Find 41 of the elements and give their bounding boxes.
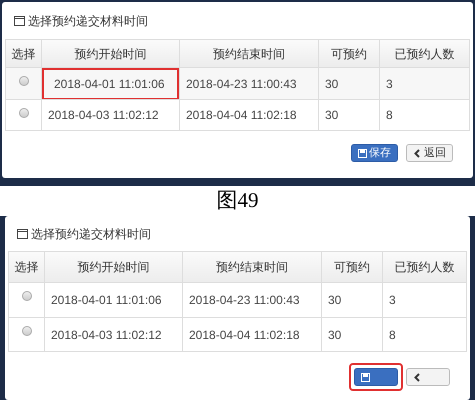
radio-button[interactable]	[22, 326, 32, 336]
table-cell-text: 3	[386, 76, 393, 92]
dialog-title: 选择预约递交材料时间	[28, 12, 148, 30]
table-cell-text: 8	[386, 107, 393, 124]
back-button[interactable]	[406, 368, 450, 386]
chevron-left-icon	[413, 372, 422, 382]
radio-button[interactable]	[22, 291, 32, 301]
table-cell-text: 2018-04-01 11:01:06	[51, 292, 162, 309]
radio-button[interactable]	[18, 108, 28, 118]
column-header: 已预约人数	[379, 40, 469, 67]
column-header: 预约结束时间	[179, 40, 318, 67]
table-cell-text: 30	[325, 76, 338, 92]
column-header: 可预约	[321, 252, 382, 282]
table-cell-text: 2018-04-23 11:00:43	[189, 292, 300, 309]
table-cell-text: 2018-04-23 11:00:43	[186, 76, 297, 92]
table-cell-text: 2018-04-04 11:02:18	[186, 107, 297, 124]
table-cell: 2018-04-01 11:01:06	[44, 70, 177, 98]
back-button[interactable]: 返回	[406, 144, 453, 162]
table-cell-text: 2018-04-04 11:02:18	[189, 326, 300, 344]
figure-caption: 图49	[216, 187, 258, 214]
save-button[interactable]: 保存	[351, 144, 398, 162]
column-header: 选择	[10, 46, 36, 62]
column-header: 预约结束时间	[182, 252, 321, 282]
table-cell-text: 8	[389, 326, 396, 344]
chevron-left-icon	[413, 148, 422, 158]
dialog-title: 选择预约递交材料时间	[31, 226, 151, 242]
table-cell-text: 30	[328, 292, 342, 309]
table-cell-text: 30	[328, 326, 342, 344]
window-icon	[14, 16, 25, 26]
table-cell-text: 3	[389, 292, 396, 309]
column-header: 预约开始时间	[44, 252, 182, 282]
column-header: 预约开始时间	[41, 40, 179, 67]
table-cell-text: 2018-04-03 11:02:12	[51, 326, 162, 344]
window-icon	[17, 228, 28, 238]
column-header: 已预约人数	[382, 252, 466, 282]
radio-button[interactable]	[18, 76, 28, 86]
column-header: 选择	[14, 259, 40, 276]
save-button[interactable]	[354, 368, 398, 386]
column-header: 可预约	[318, 40, 379, 67]
table-cell-text: 30	[325, 107, 338, 124]
table-cell-text: 2018-04-03 11:02:12	[48, 107, 159, 124]
